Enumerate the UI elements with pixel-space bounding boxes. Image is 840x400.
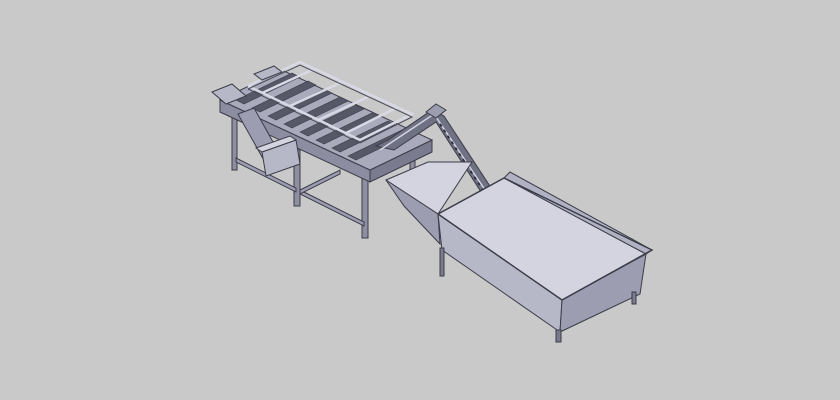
sorting-table (211, 60, 434, 239)
washing-tank (384, 161, 654, 343)
cad-viewport (0, 0, 840, 400)
machine-drawing (211, 60, 654, 343)
